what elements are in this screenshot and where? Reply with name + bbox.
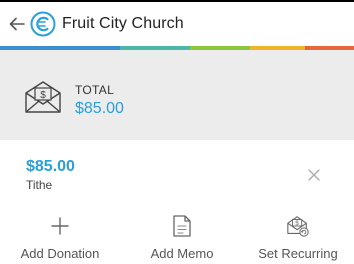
back-button[interactable] xyxy=(6,10,28,38)
donation-amount[interactable]: $85.00 xyxy=(26,158,75,176)
church-logo-icon xyxy=(30,11,56,37)
add-memo-button[interactable]: Add Memo xyxy=(142,214,222,264)
total-panel: $ TOTAL $85.00 xyxy=(0,50,354,140)
add-memo-label: Add Memo xyxy=(150,246,214,261)
donation-fund: Tithe xyxy=(26,178,53,192)
svg-text:$: $ xyxy=(40,90,46,101)
add-donation-label: Add Donation xyxy=(20,246,100,261)
remove-donation-button[interactable] xyxy=(305,166,323,184)
set-recurring-label: Set Recurring xyxy=(258,246,338,261)
recurring-envelope-icon: $ xyxy=(287,216,309,237)
plus-icon xyxy=(51,217,69,235)
arrow-left-icon xyxy=(9,17,25,31)
envelope-dollar-icon: $ xyxy=(25,81,61,113)
total-amount: $85.00 xyxy=(75,100,124,117)
page-title: Fruit City Church xyxy=(62,15,184,32)
memo-icon xyxy=(173,215,191,237)
app-header: Fruit City Church xyxy=(0,0,354,46)
total-label: TOTAL xyxy=(75,83,115,97)
donation-page: Fruit City Church $ TOTAL $85.00 $85.00 … xyxy=(0,0,354,264)
add-donation-button[interactable]: Add Donation xyxy=(14,214,106,264)
close-icon xyxy=(308,169,320,181)
set-recurring-button[interactable]: $ Set Recurring xyxy=(252,214,344,264)
